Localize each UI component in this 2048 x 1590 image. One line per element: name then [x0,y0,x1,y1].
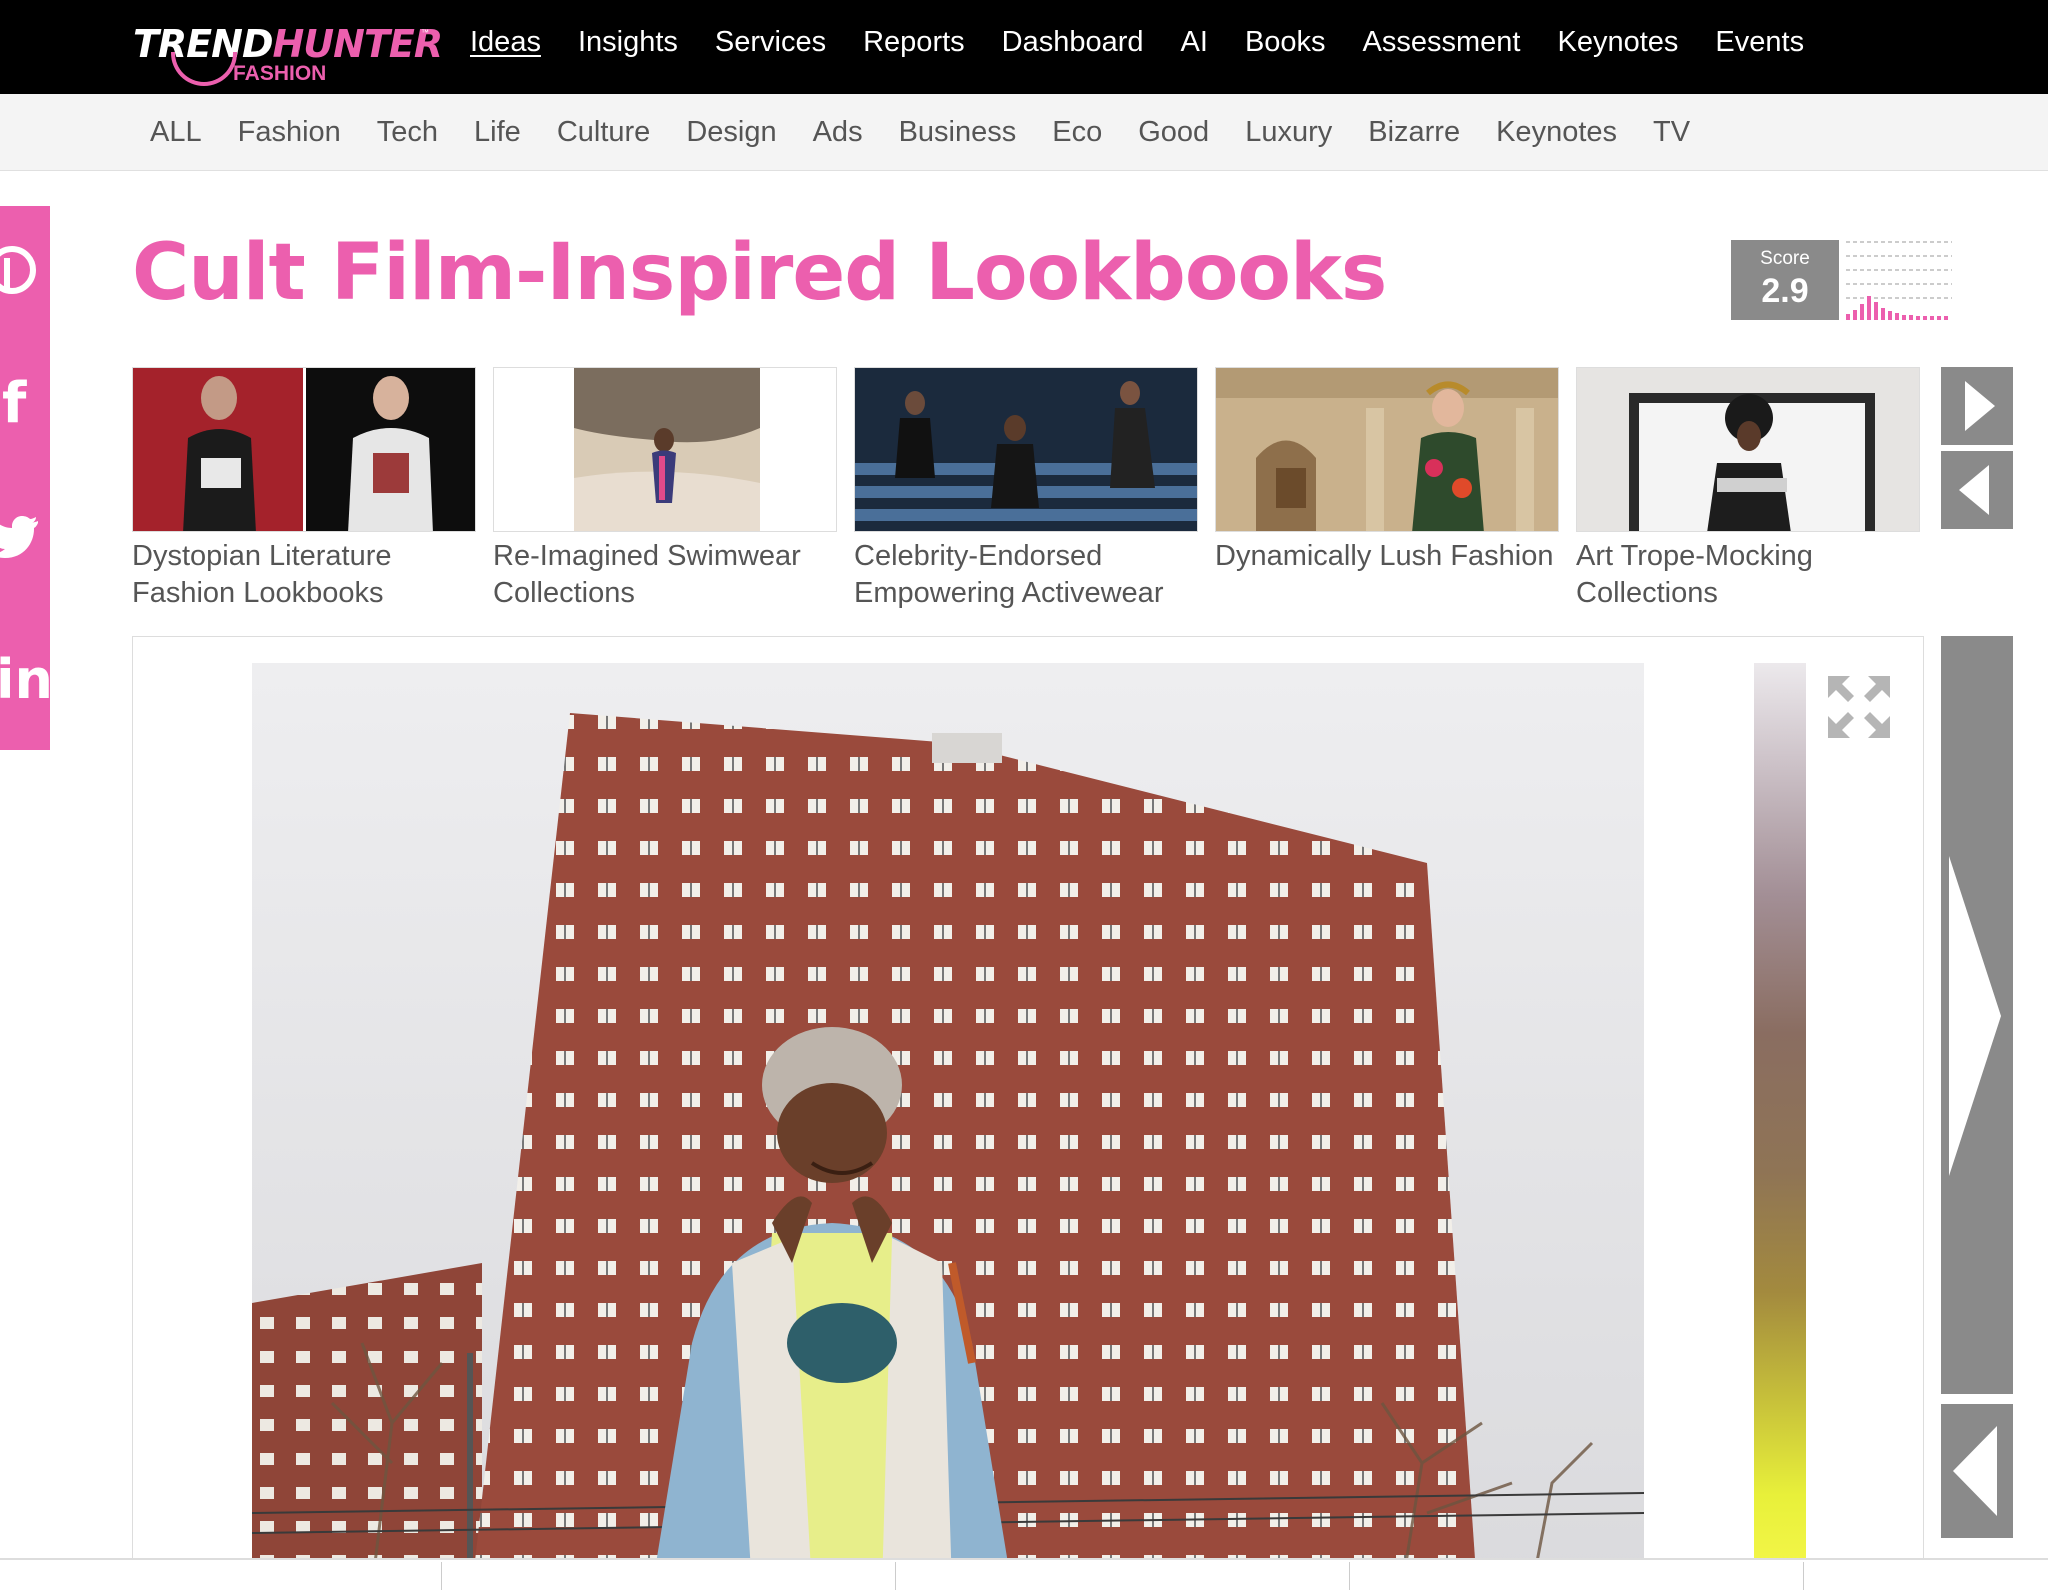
nav-keynotes[interactable]: Keynotes [1558,26,1679,59]
nav-insights[interactable]: Insights [578,26,678,59]
category-all[interactable]: ALL [150,116,202,149]
related-prev-button[interactable] [1941,451,2013,529]
related-caption[interactable]: Celebrity-Endorsed Empowering Activewear [854,538,1198,612]
related-thumbnail[interactable] [493,367,837,532]
nav-books[interactable]: Books [1245,26,1326,59]
related-item[interactable]: Art Trope-Mocking Collections [1576,367,1920,612]
gallery-main-image[interactable] [252,663,1644,1588]
category-design[interactable]: Design [686,116,776,149]
category-nav: ALL Fashion Tech Life Culture Design Ads… [150,94,1726,171]
related-item[interactable]: Re-Imagined Swimwear Collections [493,367,837,612]
related-item[interactable]: Celebrity-Endorsed Empowering Activewear [854,367,1198,612]
chevron-left-icon [1953,1426,1997,1516]
score-badge: Score 2.9 [1731,240,1839,320]
related-next-button[interactable] [1941,367,2013,445]
top-navbar: TRENDHUNTER ™ FASHION Ideas Insights Ser… [0,0,2048,94]
category-navbar: ALL Fashion Tech Life Culture Design Ads… [0,94,2048,171]
chevron-left-icon [1959,465,1989,515]
logo-trademark: ™ [421,28,429,37]
related-caption[interactable]: Art Trope-Mocking Collections [1576,538,1920,612]
related-item[interactable]: Dystopian Literature Fashion Lookbooks [132,367,476,612]
category-business[interactable]: Business [899,116,1017,149]
related-caption[interactable]: Dystopian Literature Fashion Lookbooks [132,538,476,612]
category-bizarre[interactable]: Bizarre [1368,116,1460,149]
category-tech[interactable]: Tech [377,116,438,149]
related-item[interactable]: Dynamically Lush Fashion [1215,367,1559,575]
category-life[interactable]: Life [474,116,521,149]
nav-events[interactable]: Events [1715,26,1804,59]
category-ads[interactable]: Ads [813,116,863,149]
main-nav: Ideas Insights Services Reports Dashboar… [470,0,1841,84]
linkedin-icon[interactable]: in [0,646,53,716]
category-culture[interactable]: Culture [557,116,651,149]
related-thumbnail[interactable] [132,367,476,532]
logo-swoosh-icon [171,52,237,86]
category-tv[interactable]: TV [1653,116,1690,149]
pinterest-icon[interactable] [0,236,50,306]
score-label: Score [1760,248,1810,269]
category-fashion[interactable]: Fashion [238,116,341,149]
nav-dashboard[interactable]: Dashboard [1002,26,1144,59]
related-thumbnail[interactable] [854,367,1198,532]
color-palette-bar [1754,663,1806,1588]
nav-services[interactable]: Services [715,26,826,59]
facebook-icon[interactable]: f [0,371,50,441]
logo-subtitle: FASHION [233,62,327,85]
score-sparkline-icon [1846,241,1952,320]
related-thumbnail[interactable] [1576,367,1920,532]
bottom-divider [0,1558,2048,1590]
category-good[interactable]: Good [1138,116,1209,149]
category-luxury[interactable]: Luxury [1245,116,1332,149]
trendhunter-fashion-logo[interactable]: TRENDHUNTER ™ FASHION [133,22,443,86]
related-thumbnail[interactable] [1215,367,1559,532]
nav-assessment[interactable]: Assessment [1363,26,1521,59]
chevron-right-icon [1965,381,1995,431]
nav-reports[interactable]: Reports [863,26,965,59]
related-caption[interactable]: Re-Imagined Swimwear Collections [493,538,837,612]
twitter-icon[interactable] [0,506,50,576]
chevron-right-icon [1949,856,2001,1176]
category-eco[interactable]: Eco [1052,116,1102,149]
score-value: 2.9 [1761,272,1809,310]
nav-ai[interactable]: AI [1181,26,1208,59]
gallery-next-button[interactable] [1941,636,2013,1394]
gallery-prev-button[interactable] [1941,1404,2013,1538]
related-caption[interactable]: Dynamically Lush Fashion [1215,538,1559,575]
nav-ideas[interactable]: Ideas [470,26,541,59]
article-title: Cult Film-Inspired Lookbooks [132,228,1387,318]
social-share-rail: f in [0,206,53,750]
fullscreen-expand-icon[interactable] [1826,674,1892,740]
category-keynotes[interactable]: Keynotes [1496,116,1617,149]
